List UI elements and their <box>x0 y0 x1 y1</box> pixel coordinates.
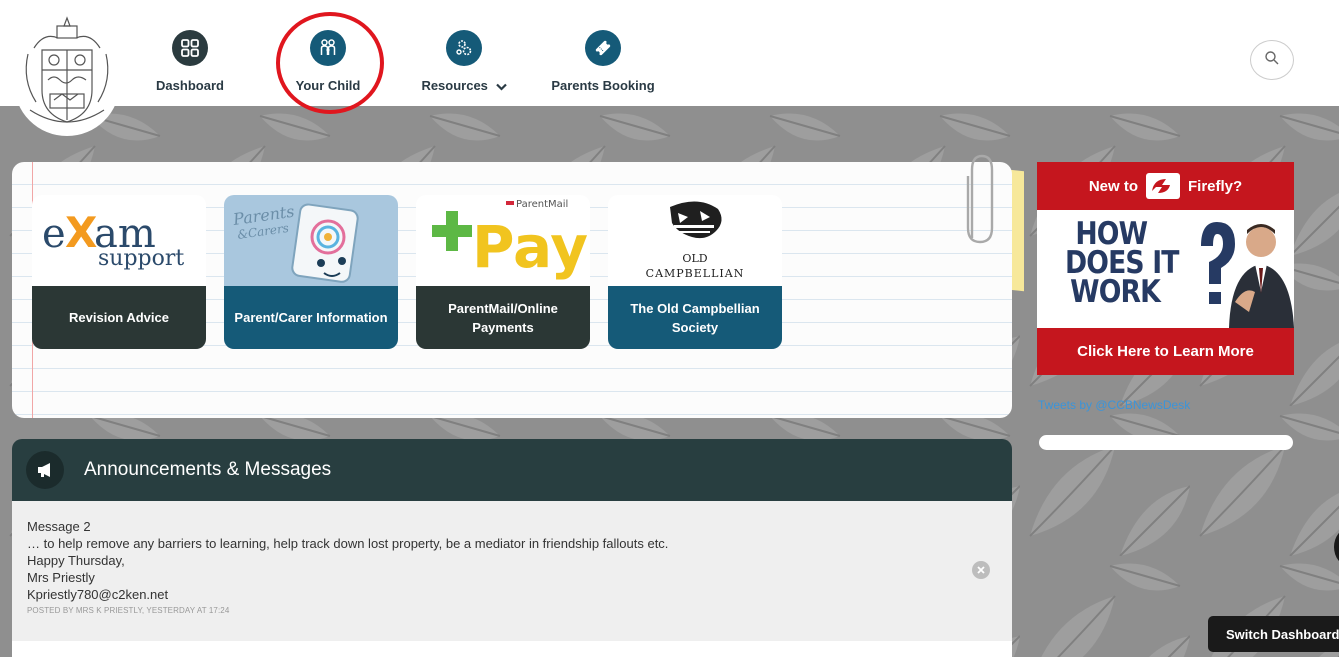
parentmail-pay-logo: ParentMail Pay <box>416 195 590 286</box>
ticket-icon <box>585 30 621 66</box>
tile-revision-advice[interactable]: e X am support Revision Advice <box>32 195 206 349</box>
promo-cta: Click Here to Learn More <box>1037 328 1294 375</box>
gears-icon <box>446 30 482 66</box>
school-crest-logo[interactable] <box>14 10 120 136</box>
tile-parent-carer-information-label: Parent/Carer Information <box>224 286 398 349</box>
tile-parentmail-payments-label: ParentMail/Online Payments <box>416 286 590 349</box>
nav-dashboard-label: Dashboard <box>156 78 224 93</box>
announcements-title: Announcements & Messages <box>84 459 332 480</box>
svg-text:OLD: OLD <box>682 252 707 265</box>
nav-resources-label: Resources <box>421 78 488 93</box>
message-email[interactable]: Kpriestly780@c2ken.net <box>27 586 997 603</box>
promo-headline-line: WORK <box>1070 274 1161 310</box>
top-nav-bar: Dashboard Your Child Resources Parents B… <box>0 0 1339 106</box>
dashboard-grid-icon <box>172 30 208 66</box>
promo-new-to: New to <box>1088 177 1138 195</box>
message-body-line: … to help remove any barriers to learnin… <box>27 536 669 551</box>
svg-text:CAMPBELLIAN: CAMPBELLIAN <box>646 267 745 280</box>
tile-parent-carer-information[interactable]: Parents &Carers Parent/Carer Information <box>224 195 398 349</box>
firefly-logo-icon <box>1145 173 1180 199</box>
dismiss-message-button[interactable] <box>972 561 990 579</box>
exam-support-logo: e X am support <box>32 195 206 286</box>
message-posted-meta: POSTED BY MRS K PRIESTLY, YESTERDAY AT 1… <box>27 606 230 615</box>
message-subject: Message 2 <box>27 519 91 534</box>
search-button[interactable] <box>1250 40 1294 80</box>
nav-resources-label-wrap: Resources <box>409 78 519 94</box>
nav-resources[interactable]: Resources <box>409 30 519 94</box>
announcements-header: Announcements & Messages <box>12 439 1012 501</box>
promo-firefly: Firefly? <box>1187 177 1243 195</box>
announcement-message: Message 2 … to help remove any barriers … <box>12 501 1012 641</box>
nav-parents-booking-label: Parents Booking <box>551 78 655 93</box>
promo-headline-area: HOW DOES IT WORK <box>1037 210 1294 328</box>
tile-parentmail-payments[interactable]: ParentMail Pay ParentMail/Online Payment… <box>416 195 590 349</box>
message-author: Mrs Priestly <box>27 570 95 585</box>
twitter-feed-placeholder <box>1039 435 1293 450</box>
parents-carers-icon: Parents &Carers <box>224 195 398 286</box>
svg-text:support: support <box>98 246 184 271</box>
family-icon <box>310 30 346 66</box>
switch-dashboard-button[interactable]: Switch Dashboard <box>1208 616 1339 652</box>
tile-old-campbellian-society[interactable]: OLD CAMPBELLIAN The Old Campbellian Soci… <box>608 195 782 349</box>
search-icon <box>1264 50 1280 71</box>
tweets-link[interactable]: Tweets by @CCBNewsDesk <box>1038 398 1190 412</box>
nav-dashboard[interactable]: Dashboard <box>135 30 245 93</box>
promo-top-strip: New to Firefly? <box>1037 162 1294 210</box>
promo-headline: HOW DOES IT WORK <box>1065 219 1179 310</box>
svg-text:Pay: Pay <box>472 213 588 281</box>
old-campbellian-crest: OLD CAMPBELLIAN <box>608 195 782 286</box>
megaphone-icon <box>26 451 64 489</box>
svg-text:X: X <box>65 208 97 257</box>
svg-text:ParentMail: ParentMail <box>516 199 568 210</box>
nav-your-child[interactable]: Your Child <box>273 30 383 93</box>
chevron-down-icon[interactable] <box>495 79 507 94</box>
tile-revision-advice-label: Revision Advice <box>32 286 206 349</box>
svg-text:e: e <box>42 211 66 257</box>
message-greeting: Happy Thursday, <box>27 553 125 568</box>
paperclip-icon <box>962 150 996 251</box>
close-icon <box>977 561 985 579</box>
firefly-promo-banner[interactable]: New to Firefly? HOW DOES IT WORK Click H… <box>1037 162 1294 375</box>
tile-old-campbellian-society-label: The Old Campbellian Society <box>608 286 782 349</box>
announcements-footer <box>12 641 1012 657</box>
nav-parents-booking[interactable]: Parents Booking <box>548 30 658 93</box>
nav-your-child-label: Your Child <box>295 78 361 93</box>
businessman-photo <box>1225 214 1294 333</box>
